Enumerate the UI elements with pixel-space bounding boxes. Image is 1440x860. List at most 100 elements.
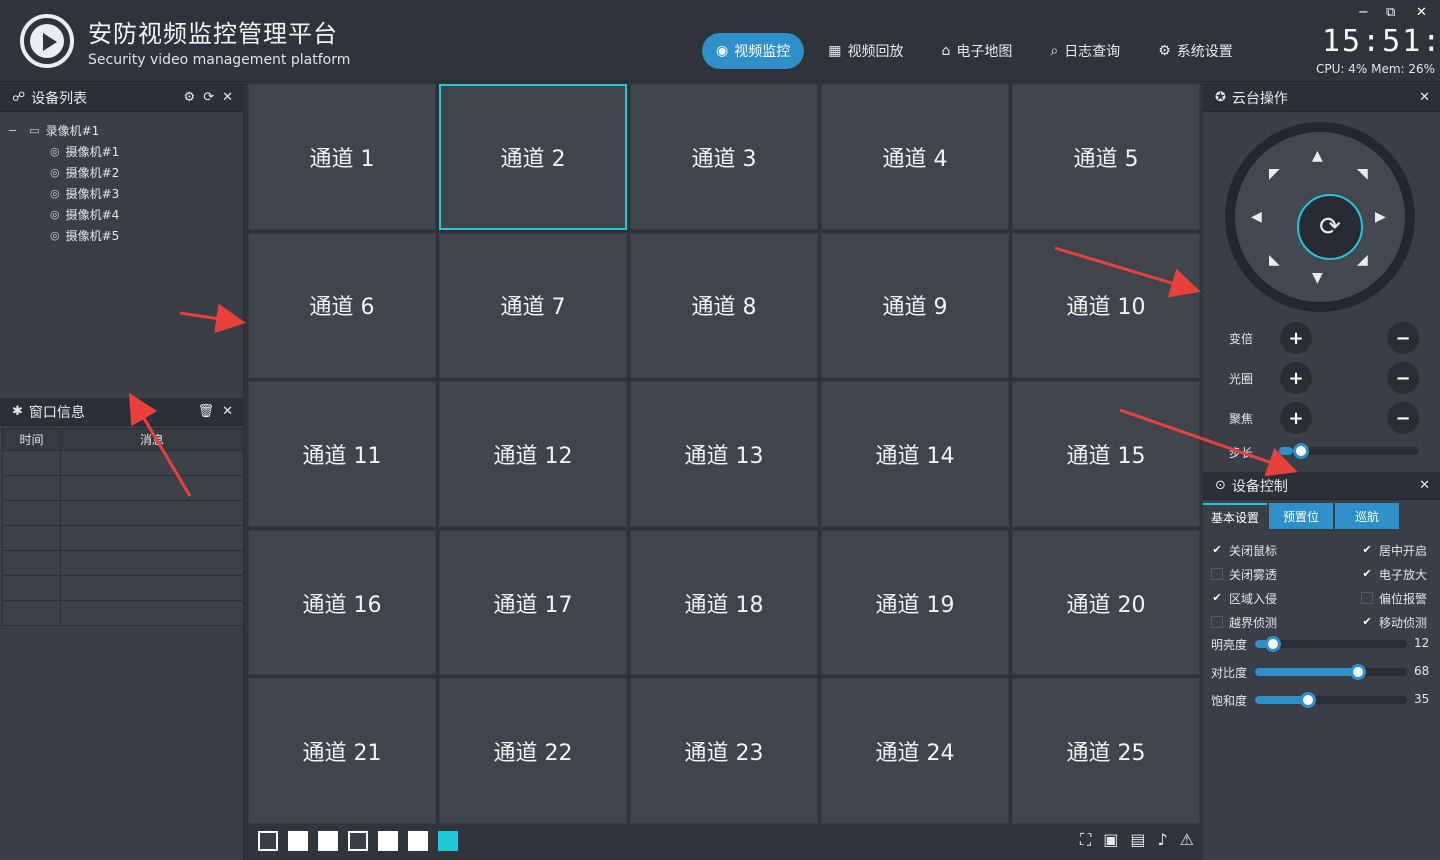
channel-cell[interactable]: 通道 23 [630,678,818,824]
ptz-down-icon[interactable]: ▼ [1312,270,1323,286]
tree-camera-2[interactable]: ◎ 摄像机#2 [8,162,119,183]
channel-cell[interactable]: 通道 19 [821,529,1009,676]
checkmark-icon[interactable]: ✔ [1361,568,1373,580]
zoom-in-button[interactable]: + [1280,322,1312,354]
record-icon[interactable]: ▤ [1130,830,1145,850]
layout-1-button[interactable] [258,831,278,851]
channel-cell[interactable]: 通道 7 [439,232,627,379]
snapshot-icon[interactable]: ▣ [1103,830,1118,850]
option-checkbox[interactable]: ✔ 关闭鼠标 [1211,540,1277,560]
channel-cell[interactable]: 通道 12 [439,381,627,527]
focus-near-button[interactable]: + [1280,402,1312,434]
tree-camera-3[interactable]: ◎ 摄像机#3 [8,183,119,204]
volume-icon[interactable]: ♪ [1157,830,1167,850]
channel-cell[interactable]: 通道 8 [630,232,818,379]
channel-cell[interactable]: 通道 16 [248,529,436,676]
ptz-up-left-icon[interactable]: ◤ [1269,166,1280,182]
layout-9-button[interactable] [378,831,398,851]
option-checkbox[interactable]: ✔ 区域入侵 [1211,588,1277,608]
image-slider[interactable] [1255,636,1407,652]
channel-cell[interactable]: 通道 2 [439,84,627,230]
checkmark-icon[interactable]: ✔ [1211,544,1223,556]
channel-cell[interactable]: 通道 17 [439,529,627,676]
tree-camera-5[interactable]: ◎ 摄像机#5 [8,225,119,246]
channel-cell[interactable]: 通道 14 [821,381,1009,527]
close-icon[interactable]: ✕ [222,90,233,105]
channel-cell[interactable]: 通道 3 [630,84,818,230]
checkbox-icon[interactable] [1211,616,1223,628]
layout-8-button[interactable] [348,831,368,851]
iris-close-button[interactable]: − [1387,362,1419,394]
tab-presets[interactable]: 预置位 [1269,503,1333,529]
restore-button[interactable]: ⧉ [1386,5,1395,20]
channel-cell[interactable]: 通道 20 [1012,529,1200,676]
channel-cell[interactable]: 通道 21 [248,678,436,824]
ptz-right-icon[interactable]: ▶ [1375,209,1386,225]
slider-knob[interactable] [1350,664,1367,680]
ptz-up-icon[interactable]: ▲ [1312,148,1323,164]
ptz-up-right-icon[interactable]: ◥ [1357,166,1368,182]
close-icon[interactable]: ✕ [1419,90,1430,105]
nav-video-monitor[interactable]: ◉ 视频监控 [702,33,805,69]
channel-cell[interactable]: 通道 18 [630,529,818,676]
minimize-button[interactable]: − [1358,5,1369,20]
checkmark-icon[interactable]: ✔ [1211,592,1223,604]
collapse-icon[interactable]: − [8,124,17,137]
ptz-down-left-icon[interactable]: ◣ [1269,252,1280,268]
image-slider[interactable] [1255,664,1407,680]
image-slider[interactable] [1255,692,1407,708]
channel-cell[interactable]: 通道 15 [1012,381,1200,527]
slider-knob[interactable] [1300,692,1317,708]
ptz-reset-button[interactable]: ⟳ [1297,194,1363,260]
channel-cell[interactable]: 通道 4 [821,84,1009,230]
layout-25-button[interactable] [438,831,458,851]
option-checkbox[interactable]: ✔ 居中开启 [1361,540,1427,560]
option-checkbox[interactable]: 关闭雾透 [1211,564,1277,584]
channel-cell[interactable]: 通道 24 [821,678,1009,824]
nav-video-playback[interactable]: ▦ 视频回放 [814,33,917,69]
checkbox-icon[interactable] [1211,568,1223,580]
nav-system-settings[interactable]: ⚙ 系统设置 [1144,33,1247,69]
alarm-icon[interactable]: ⚠ [1180,830,1194,850]
zoom-out-button[interactable]: − [1387,322,1419,354]
settings-icon[interactable]: ⚙ [184,90,196,105]
option-checkbox[interactable]: 越界侦测 [1211,612,1277,632]
tree-camera-4[interactable]: ◎ 摄像机#4 [8,204,119,225]
channel-cell[interactable]: 通道 10 [1012,232,1200,379]
close-icon[interactable]: ✕ [1419,478,1430,493]
checkmark-icon[interactable]: ✔ [1361,616,1373,628]
nav-e-map[interactable]: ⌂ 电子地图 [927,33,1026,69]
ptz-down-right-icon[interactable]: ◢ [1357,252,1368,268]
checkbox-icon[interactable] [1361,592,1373,604]
fullscreen-icon[interactable]: ⛶ [1080,830,1091,850]
layout-6-button[interactable] [318,831,338,851]
tree-camera-1[interactable]: ◎ 摄像机#1 [8,141,119,162]
layout-16-button[interactable] [408,831,428,851]
speed-slider-knob[interactable] [1293,443,1309,459]
close-icon[interactable]: ✕ [222,404,233,419]
trash-icon[interactable]: 🗑 [198,404,215,419]
tab-cruise[interactable]: 巡航 [1335,503,1399,529]
checkmark-icon[interactable]: ✔ [1361,544,1373,556]
channel-cell[interactable]: 通道 11 [248,381,436,527]
focus-far-button[interactable]: − [1387,402,1419,434]
tab-basic-settings[interactable]: 基本设置 [1203,503,1267,529]
tree-root[interactable]: − ▭ 录像机#1 [8,120,119,141]
channel-cell[interactable]: 通道 13 [630,381,818,527]
speed-slider[interactable] [1279,443,1419,459]
channel-cell[interactable]: 通道 1 [248,84,436,230]
option-checkbox[interactable]: ✔ 移动侦测 [1361,612,1427,632]
channel-cell[interactable]: 通道 22 [439,678,627,824]
channel-cell[interactable]: 通道 6 [248,232,436,379]
nav-log-query[interactable]: ⌕ 日志查询 [1036,33,1134,69]
option-checkbox[interactable]: 偏位报警 [1361,588,1427,608]
ptz-left-icon[interactable]: ◀ [1251,209,1262,225]
iris-open-button[interactable]: + [1280,362,1312,394]
layout-4-button[interactable] [288,831,308,851]
refresh-icon[interactable]: ⟳ [203,90,214,105]
channel-cell[interactable]: 通道 5 [1012,84,1200,230]
slider-knob[interactable] [1265,636,1282,652]
channel-cell[interactable]: 通道 25 [1012,678,1200,824]
channel-cell[interactable]: 通道 9 [821,232,1009,379]
close-button[interactable]: ✕ [1416,5,1427,20]
